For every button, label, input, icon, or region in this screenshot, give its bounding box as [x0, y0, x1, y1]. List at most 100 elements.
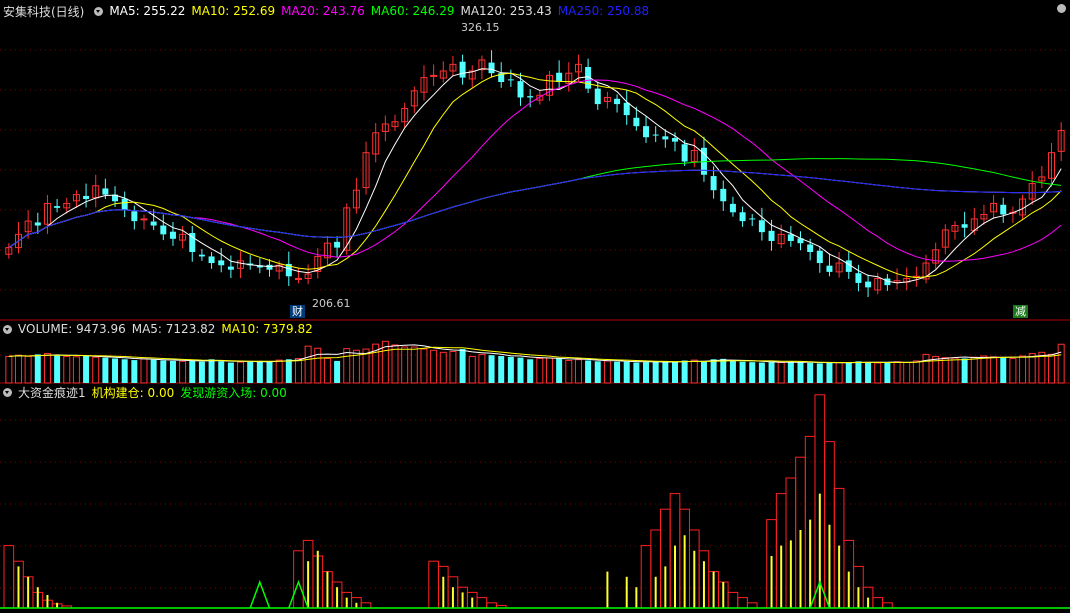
volume-bar	[603, 360, 611, 384]
candle-body	[131, 211, 138, 222]
indicator-box	[882, 602, 893, 609]
candle-body	[227, 266, 234, 270]
candle-body	[83, 195, 90, 200]
window-menu-button[interactable]	[1057, 4, 1066, 13]
finance-tag[interactable]: 财	[290, 305, 305, 318]
volume-dropdown-icon[interactable]	[3, 324, 12, 334]
reduce-tag[interactable]: 减	[1013, 305, 1028, 318]
indicator-box	[640, 545, 652, 609]
ma120-line	[8, 169, 1062, 249]
candle-body	[459, 61, 466, 78]
volume-bar	[643, 362, 650, 383]
volume-bar	[507, 356, 514, 383]
volume-bar	[1028, 353, 1036, 384]
volume-bar	[729, 360, 736, 383]
volume-bar	[63, 355, 71, 384]
volume-bar	[768, 362, 775, 383]
volume-bar	[633, 362, 640, 383]
volume-bar	[594, 361, 601, 383]
volume-bar	[941, 357, 949, 384]
dropdown-icon[interactable]	[94, 6, 104, 16]
ma10-label: MA10: 252.69	[191, 4, 276, 18]
volume-bar	[285, 359, 292, 383]
volume-bar	[574, 359, 582, 384]
volume-bar	[922, 353, 930, 384]
volume-bar	[468, 355, 476, 384]
indicator-dropdown-icon[interactable]	[3, 387, 12, 397]
volume-bar	[700, 361, 707, 383]
ma5-label: MA5: 255.22	[109, 4, 186, 18]
volume-bar	[314, 347, 322, 384]
volume-bar	[797, 362, 804, 383]
volume-value: VOLUME: 9473.96	[18, 322, 126, 336]
volume-bar	[266, 361, 273, 383]
volume-bar	[121, 359, 128, 383]
volume-bar	[826, 362, 833, 383]
candle-body	[102, 188, 109, 195]
volume-bar	[990, 356, 998, 384]
candle-body	[54, 206, 61, 208]
candle-body	[739, 212, 746, 222]
volume-bar	[420, 348, 428, 384]
volume-bar	[690, 359, 698, 384]
volume-bar	[787, 361, 794, 383]
candle-body	[140, 218, 148, 221]
candle-body	[826, 265, 833, 272]
volume-bar	[391, 344, 399, 384]
volume-bar	[102, 357, 109, 383]
candle-body	[430, 74, 438, 77]
volume-bar	[874, 362, 882, 384]
price-header: 安集科技(日线) MA5: 255.22 MA10: 252.69 MA20: …	[0, 3, 655, 19]
candle-body	[816, 250, 823, 264]
volume-bar	[498, 356, 505, 383]
volume-bar	[323, 357, 331, 384]
volume-bar	[189, 360, 196, 383]
candle-body	[160, 225, 167, 235]
candle-body	[855, 273, 862, 283]
volume-bar	[758, 362, 765, 383]
candle-body	[720, 188, 727, 202]
volume-bar	[545, 357, 553, 384]
ma250-line	[8, 169, 1062, 249]
volume-bar	[681, 360, 688, 383]
volume-bar	[256, 360, 263, 383]
volume-bar	[739, 361, 746, 383]
volume-bar	[585, 360, 592, 383]
volume-bar	[671, 361, 678, 383]
volume-bar	[54, 355, 61, 383]
candle-body	[807, 244, 814, 253]
ma10-line	[8, 72, 1062, 279]
volume-bar	[652, 361, 659, 383]
stock-title: 安集科技(日线)	[3, 4, 85, 19]
volume-bar	[160, 360, 167, 383]
volume-bar	[662, 362, 669, 383]
volume-bar	[150, 359, 157, 383]
volume-bar	[1000, 357, 1007, 383]
volume-bar	[1057, 343, 1065, 384]
candle-body	[961, 224, 968, 228]
ma250-label: MA250: 250.88	[557, 4, 650, 18]
volume-bar	[218, 361, 225, 383]
volume-header: VOLUME: 9473.96 MA5: 7123.82 MA10: 7379.…	[0, 321, 319, 337]
candle-body	[150, 221, 157, 226]
volume-bar	[227, 362, 234, 383]
volume-bar	[865, 362, 872, 383]
volume-ma5: MA5: 7123.82	[131, 322, 216, 336]
volume-bar	[980, 355, 988, 384]
volume-bar	[43, 353, 51, 384]
volume-bar	[449, 351, 457, 384]
volume-bar	[970, 356, 978, 384]
volume-bar	[565, 360, 573, 384]
ma60-label: MA60: 246.29	[370, 4, 455, 18]
indicator-box	[476, 597, 488, 609]
volume-bar	[536, 357, 544, 384]
volume-bar	[343, 348, 351, 384]
volume-bar	[749, 362, 756, 383]
volume-ma5-line	[8, 344, 1062, 364]
candle-body	[556, 72, 563, 83]
indicator-box	[727, 591, 739, 609]
indicator-header: 大资金痕迹1 机构建仓: 0.00 发现游资入场: 0.00	[0, 384, 293, 400]
volume-bar	[1019, 355, 1027, 384]
ma20-label: MA20: 243.76	[281, 4, 365, 18]
volume-bar	[488, 355, 495, 383]
